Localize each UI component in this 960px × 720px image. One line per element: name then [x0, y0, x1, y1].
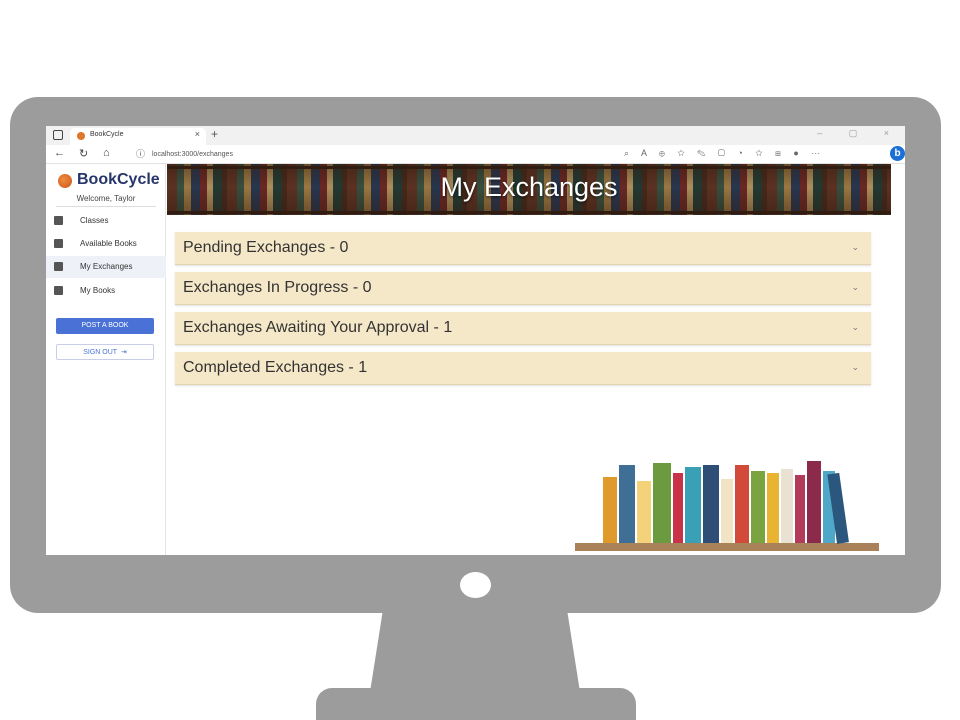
accordion-title: Completed Exchanges - 1	[183, 359, 368, 376]
accordion-in-progress[interactable]: Exchanges In Progress - 0 ⌄	[175, 272, 871, 305]
sidebar-item-label: Available Books	[80, 239, 137, 248]
sidebar-item-label: My Books	[80, 286, 116, 295]
favicon-icon	[77, 132, 85, 140]
url-field[interactable]: ⓘ localhost:3000/exchanges	[130, 147, 700, 162]
new-tab-button[interactable]: +	[211, 127, 218, 141]
back-icon[interactable]: ←	[54, 147, 65, 159]
bookshelf-illustration	[575, 461, 879, 551]
power-button	[460, 572, 491, 598]
tab-title: BookCycle	[90, 131, 124, 138]
info-icon[interactable]: ⓘ	[136, 147, 145, 162]
screen: BookCycle × + – ▢ × ← ↻ ⌂ ⓘ localhost:30…	[46, 126, 905, 555]
accordion-title: Pending Exchanges - 0	[183, 239, 349, 256]
sidebar-item-my-exchanges[interactable]: My Exchanges	[46, 256, 166, 278]
brand-logo-icon	[58, 174, 72, 188]
sign-out-button[interactable]: SIGN OUT ⇥	[56, 344, 154, 360]
book-icon	[54, 286, 63, 295]
accordion-completed[interactable]: Completed Exchanges - 1 ⌄	[175, 352, 871, 385]
divider	[56, 206, 156, 207]
url-text: localhost:3000/exchanges	[152, 151, 233, 158]
exchange-icon	[54, 262, 63, 271]
accordion-pending[interactable]: Pending Exchanges - 0 ⌄	[175, 232, 871, 265]
chevron-down-icon[interactable]: ⌄	[851, 362, 859, 373]
tab-actions-icon[interactable]	[53, 130, 63, 140]
library-icon	[54, 239, 63, 248]
browser-toolbar-icons[interactable]: ⌕ A ⊕ ☆ ✎ ▢ ◔ ☆ ⊞ ● ⋯	[624, 148, 820, 159]
tab-close-icon[interactable]: ×	[195, 129, 200, 139]
school-icon	[54, 216, 63, 225]
sidebar-item-label: Classes	[80, 216, 109, 225]
page-banner: My Exchanges	[167, 164, 891, 215]
chevron-down-icon[interactable]: ⌄	[851, 242, 859, 253]
monitor-base	[316, 688, 636, 720]
sidebar-item-label: My Exchanges	[80, 262, 133, 271]
sidebar: BookCycle Welcome, Taylor Classes Availa…	[46, 164, 166, 555]
chevron-down-icon[interactable]: ⌄	[851, 322, 859, 333]
browser-tab-bar: BookCycle × + – ▢ ×	[46, 126, 905, 145]
post-a-book-button[interactable]: POST A BOOK	[56, 318, 154, 334]
address-bar: ← ↻ ⌂ ⓘ localhost:3000/exchanges ⌕ A ⊕ ☆…	[46, 145, 905, 164]
home-icon[interactable]: ⌂	[103, 147, 110, 159]
sidebar-item-classes[interactable]: Classes	[46, 210, 166, 232]
sign-out-label: SIGN OUT	[83, 349, 117, 356]
accordion-title: Exchanges In Progress - 0	[183, 279, 372, 296]
accordion-title: Exchanges Awaiting Your Approval - 1	[183, 319, 453, 336]
stage: BookCycle × + – ▢ × ← ↻ ⌂ ⓘ localhost:30…	[0, 0, 960, 720]
chevron-down-icon[interactable]: ⌄	[851, 282, 859, 293]
monitor-stand	[370, 612, 580, 692]
bing-icon[interactable]: b	[890, 146, 905, 161]
accordion-awaiting-approval[interactable]: Exchanges Awaiting Your Approval - 1 ⌄	[175, 312, 871, 345]
refresh-icon[interactable]: ↻	[79, 147, 88, 160]
welcome-text: Welcome, Taylor	[76, 194, 136, 203]
sidebar-item-available-books[interactable]: Available Books	[46, 233, 166, 255]
brand-name: BookCycle	[77, 171, 160, 188]
window-controls[interactable]: – ▢ ×	[817, 128, 901, 139]
logout-icon: ⇥	[118, 349, 127, 356]
page-title: My Exchanges	[440, 172, 618, 202]
sidebar-item-my-books[interactable]: My Books	[46, 280, 166, 302]
browser-tab[interactable]: BookCycle ×	[70, 128, 206, 145]
